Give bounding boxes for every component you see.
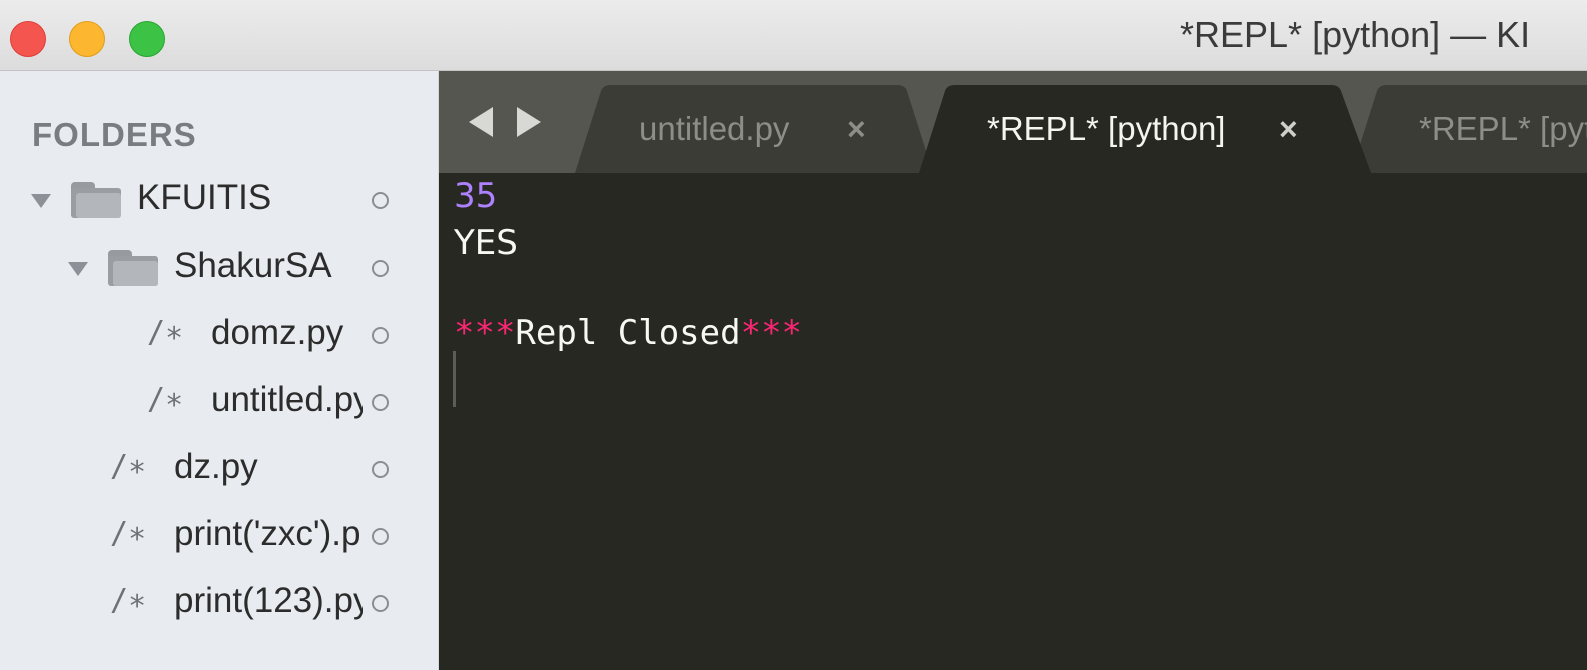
status-dot-icon [372,528,389,545]
tab-label: *REPL* [python] [987,110,1226,147]
tab-repl-python[interactable]: *REPL* [python] × [919,85,1371,173]
sidebar-item-dz-py[interactable]: /∗ dz.py [0,441,438,501]
tab-untitled-py[interactable]: untitled.py × [575,85,933,173]
tab-label: *REPL* [python] [1419,110,1587,147]
status-dot-icon [372,595,389,612]
output-line-repl-closed: ***Repl Closed*** [454,313,802,353]
status-dot-icon [372,260,389,277]
tab-bar: untitled.py × *REPL* [python] *REPL* [py… [439,71,1587,173]
sidebar-item-label: print('zxc').py [174,514,360,553]
editor-pane[interactable]: 35 YES ***Repl Closed*** [439,173,1587,670]
sidebar-item-print-123-py[interactable]: /∗ print(123).py [0,575,438,635]
output-line-number: 35 [454,176,498,216]
stars-right: *** [740,313,803,353]
tab-label: untitled.py [639,110,790,147]
sidebar-item-kfuitis[interactable]: KFUITIS [0,172,438,232]
sidebar-item-shakursa[interactable]: ShakurSA [0,240,438,300]
status-dot-icon [372,394,389,411]
tab-repl-python-2[interactable]: *REPL* [python] [1351,85,1587,173]
status-dot-icon [372,327,389,344]
title-bar: *REPL* [python] — KI [0,0,1587,71]
text-caret [453,351,456,407]
repl-closed-text: Repl Closed [515,313,741,353]
close-icon[interactable]: × [1279,111,1298,148]
folder-icon [108,250,158,286]
status-dot-icon [372,192,389,209]
python-file-icon: /∗ [110,583,147,618]
python-file-icon: /∗ [147,315,184,350]
stars-left: *** [454,313,516,353]
sidebar-item-untitled-py[interactable]: /∗ untitled.py [0,374,438,434]
close-icon[interactable]: × [847,111,866,148]
python-file-icon: /∗ [110,516,147,551]
sidebar-item-label: ShakurSA [174,246,332,285]
sidebar-item-label: domz.py [211,313,344,352]
minimize-window-button[interactable] [69,21,105,57]
sidebar-item-label: print(123).py [174,581,363,620]
folders-header: FOLDERS [32,116,197,153]
python-file-icon: /∗ [110,449,147,484]
output-line-text: YES [454,223,518,263]
sidebar-item-label: dz.py [174,447,258,486]
disclosure-triangle-icon[interactable] [68,262,88,276]
sidebar-item-label: untitled.py [211,380,363,419]
status-dot-icon [372,461,389,478]
window-title: *REPL* [python] — KI [1180,14,1531,55]
nav-back-icon[interactable] [469,107,493,137]
sidebar-item-print-zxc-py[interactable]: /∗ print('zxc').py [0,508,438,568]
sidebar-item-label: KFUITIS [137,178,272,217]
nav-forward-icon[interactable] [517,107,541,137]
folder-icon [71,182,121,218]
disclosure-triangle-icon[interactable] [31,194,51,208]
zoom-window-button[interactable] [129,21,165,57]
sidebar: FOLDERS KFUITIS ShakurSA /∗ domz.py /∗ u… [0,71,439,670]
close-window-button[interactable] [10,21,46,57]
python-file-icon: /∗ [147,382,184,417]
sidebar-item-domz-py[interactable]: /∗ domz.py [0,307,438,367]
